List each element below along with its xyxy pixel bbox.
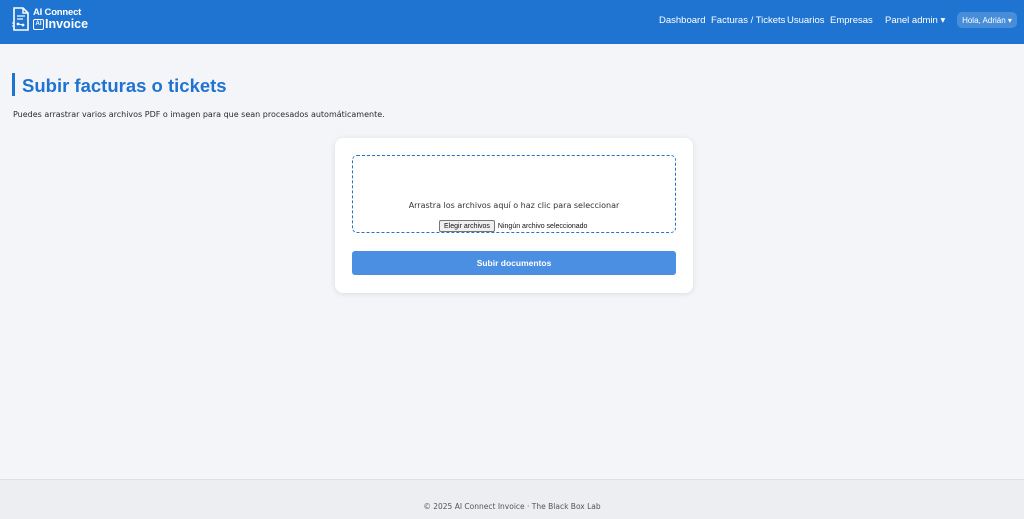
- nav-empresas[interactable]: Empresas: [830, 15, 873, 26]
- app-logo[interactable]: AI Connect AI Invoice: [11, 5, 88, 33]
- file-input: Elegir archivos Ningún archivo seleccion…: [439, 220, 587, 232]
- nav-facturas-tickets[interactable]: Facturas / Tickets: [711, 15, 785, 26]
- brand-line1: AI Connect: [33, 6, 82, 18]
- nav-dashboard[interactable]: Dashboard: [659, 15, 705, 26]
- title-accent-bar: [12, 73, 15, 96]
- document-circuit-icon: [12, 7, 29, 31]
- footer-copyright: © 2025 AI Connect Invoice · The Black Bo…: [423, 502, 601, 511]
- choose-files-button[interactable]: Elegir archivos: [439, 220, 495, 232]
- brand-line2-text: Invoice: [45, 17, 89, 31]
- brand-line2: AI Invoice: [33, 18, 88, 31]
- ai-chip-icon: AI: [33, 18, 44, 30]
- file-status-text: Ningún archivo seleccionado: [497, 222, 588, 230]
- page-title: Subir facturas o tickets: [22, 75, 227, 96]
- upload-documents-button[interactable]: Subir documentos: [352, 251, 676, 275]
- dropzone-instructions: Arrastra los archivos aquí o haz clic pa…: [408, 201, 620, 210]
- admin-panel-dropdown[interactable]: Panel admin ▾: [885, 15, 945, 26]
- upload-card: Arrastra los archivos aquí o haz clic pa…: [335, 138, 693, 293]
- top-navbar: AI Connect AI Invoice Dashboard Facturas…: [0, 0, 1024, 44]
- page-subtitle: Puedes arrastrar varios archivos PDF o i…: [13, 110, 385, 119]
- nav-usuarios[interactable]: Usuarios: [787, 15, 825, 26]
- user-menu-button[interactable]: Hola, Adrián ▾: [957, 12, 1017, 28]
- file-dropzone[interactable]: Arrastra los archivos aquí o haz clic pa…: [352, 155, 676, 233]
- page-footer: © 2025 AI Connect Invoice · The Black Bo…: [0, 479, 1024, 519]
